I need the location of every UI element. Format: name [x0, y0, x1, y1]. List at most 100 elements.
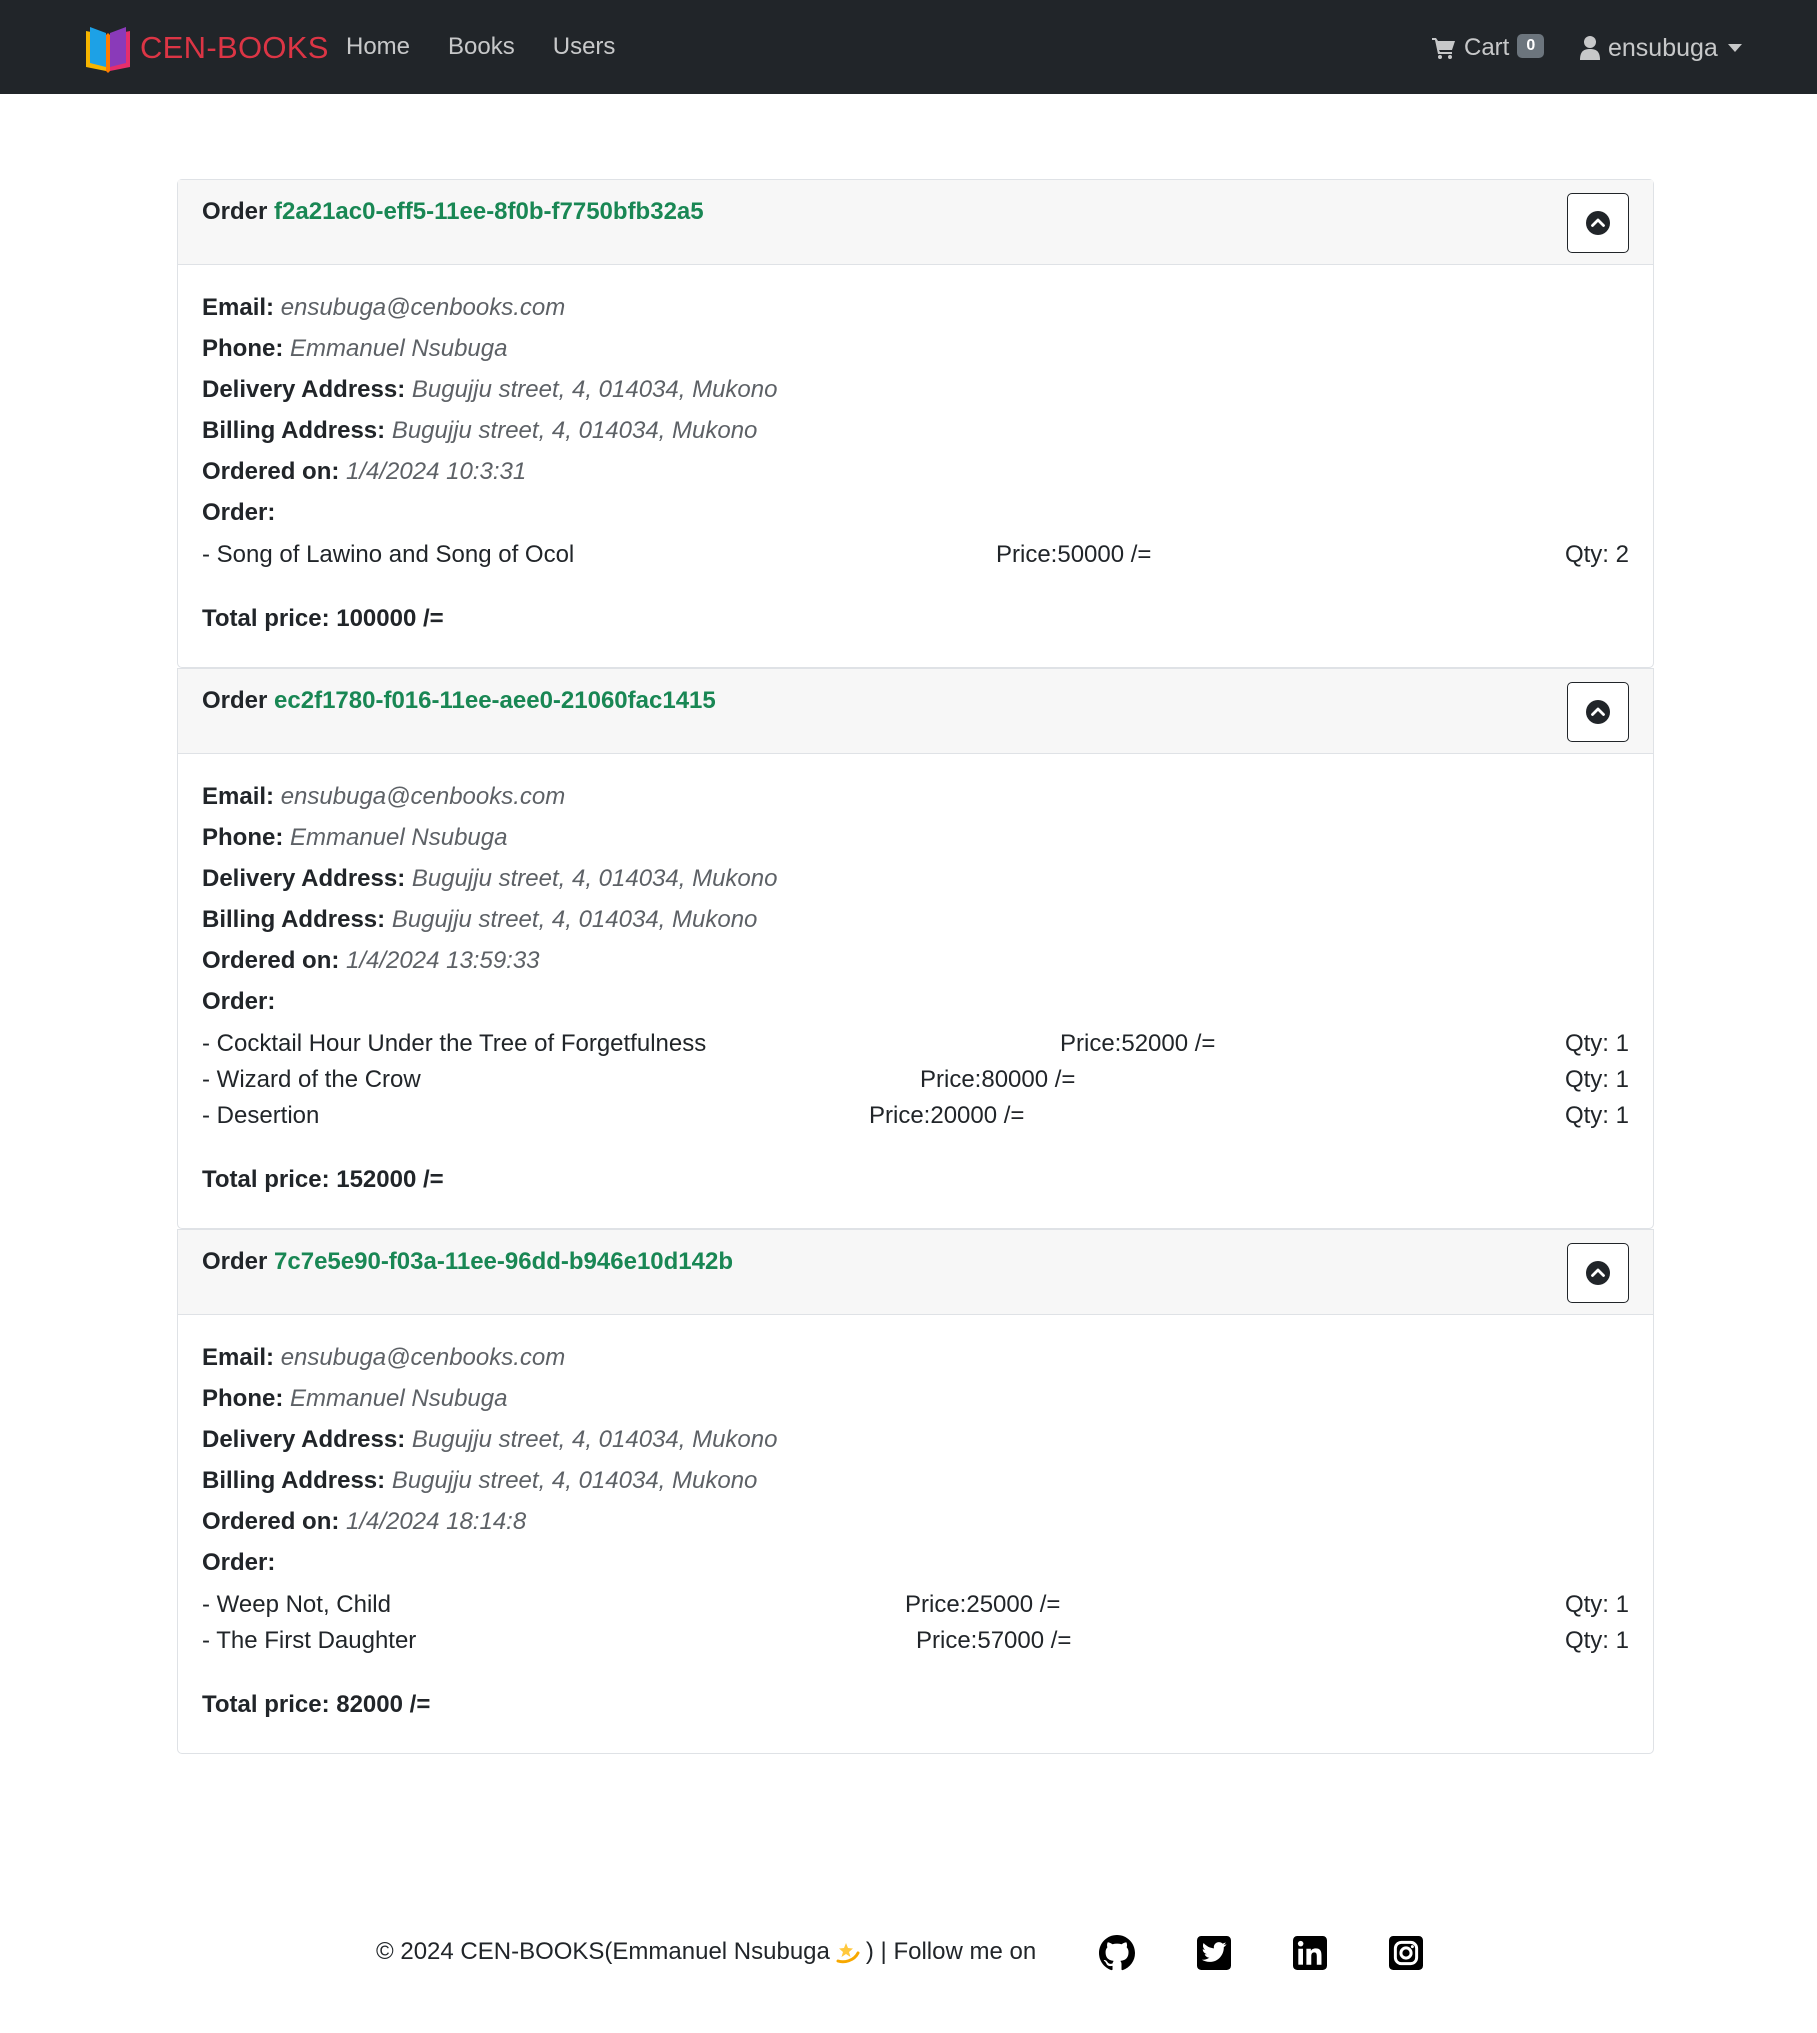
order-card: Order ec2f1780-f016-11ee-aee0-21060fac14… — [177, 668, 1654, 1229]
order-card-header: Order 7c7e5e90-f03a-11ee-96dd-b946e10d14… — [178, 1230, 1653, 1315]
order-card: Order 7c7e5e90-f03a-11ee-96dd-b946e10d14… — [177, 1229, 1654, 1754]
item-price: Price:52000 /= — [1060, 1030, 1216, 1057]
order-id: f2a21ac0-eff5-11ee-8f0b-f7750bfb32a5 — [274, 198, 704, 225]
email-row: Email: ensubuga@cenbooks.com — [202, 1337, 1629, 1378]
item-price: Price:57000 /= — [916, 1627, 1072, 1654]
ordered-on-label: Ordered on: — [202, 458, 340, 485]
order-items-list: - Song of Lawino and Song of Ocol Price:… — [202, 537, 1629, 573]
ordered-on-value: 1/4/2024 13:59:33 — [346, 947, 540, 974]
instagram-icon — [1389, 1936, 1423, 1970]
billing-address-row: Billing Address: Bugujju street, 4, 0140… — [202, 1460, 1629, 1501]
order-item: - Desertion Price:20000 /= Qty: 1 — [202, 1098, 1629, 1134]
phone-row: Phone: Emmanuel Nsubuga — [202, 817, 1629, 858]
navbar: CEN-BOOKS Home Books Users Cart 0 ensubu… — [0, 0, 1817, 94]
phone-row: Phone: Emmanuel Nsubuga — [202, 328, 1629, 369]
delivery-address-row: Delivery Address: Bugujju street, 4, 014… — [202, 369, 1629, 410]
order-item: - The First Daughter Price:57000 /= Qty:… — [202, 1623, 1629, 1659]
order-items-heading: Order: — [202, 492, 1629, 533]
order-id: 7c7e5e90-f03a-11ee-96dd-b946e10d142b — [274, 1248, 734, 1275]
instagram-link[interactable] — [1387, 1934, 1425, 1972]
footer-text-before: © 2024 CEN-BOOKS(Emmanuel Nsubuga — [376, 1938, 830, 1965]
email-label: Email: — [202, 783, 275, 810]
chevron-down-icon — [1727, 44, 1742, 52]
collapse-toggle-button[interactable] — [1567, 1243, 1629, 1303]
twitter-link[interactable] — [1195, 1934, 1233, 1972]
order-title: Order 7c7e5e90-f03a-11ee-96dd-b946e10d14… — [202, 1248, 733, 1276]
order-label: Order — [202, 1248, 268, 1275]
item-title: - Weep Not, Child — [202, 1591, 391, 1618]
order-items-list: - Weep Not, Child Price:25000 /= Qty: 1 … — [202, 1587, 1629, 1659]
orders-list: Order f2a21ac0-eff5-11ee-8f0b-f7750bfb32… — [177, 179, 1654, 1754]
billing-address-value: Bugujju street, 4, 014034, Mukono — [391, 1467, 758, 1494]
order-total: Total price: 152000 /= — [202, 1166, 444, 1193]
phone-value: Emmanuel Nsubuga — [290, 1385, 508, 1412]
phone-label: Phone: — [202, 335, 284, 362]
cart-count-badge: 0 — [1517, 34, 1545, 58]
user-icon — [1580, 36, 1600, 60]
item-title: - The First Daughter — [202, 1627, 417, 1654]
phone-label: Phone: — [202, 824, 284, 851]
delivery-address-row: Delivery Address: Bugujju street, 4, 014… — [202, 858, 1629, 899]
delivery-address-row: Delivery Address: Bugujju street, 4, 014… — [202, 1419, 1629, 1460]
chevron-up-circle-icon — [1586, 211, 1610, 235]
order-item: - Wizard of the Crow Price:80000 /= Qty:… — [202, 1062, 1629, 1098]
username: ensubuga — [1608, 33, 1718, 62]
item-qty: Qty: 1 — [1564, 1030, 1629, 1057]
delivery-address-value: Bugujju street, 4, 014034, Mukono — [411, 1426, 778, 1453]
user-menu-dropdown[interactable]: ensubuga — [1580, 28, 1742, 68]
billing-address-label: Billing Address: — [202, 417, 386, 444]
ordered-on-value: 1/4/2024 10:3:31 — [346, 458, 527, 485]
item-qty: Qty: 1 — [1564, 1591, 1629, 1618]
order-card-body: Email: ensubuga@cenbooks.com Phone: Emma… — [178, 265, 1653, 667]
email-label: Email: — [202, 1344, 275, 1371]
nav-books-link[interactable]: Books — [448, 33, 515, 61]
item-price: Price:80000 /= — [920, 1066, 1076, 1093]
order-items-label: Order: — [202, 988, 276, 1015]
item-qty: Qty: 1 — [1564, 1627, 1629, 1654]
item-qty: Qty: 1 — [1564, 1102, 1629, 1129]
item-title: - Cocktail Hour Under the Tree of Forget… — [202, 1030, 707, 1057]
ordered-on-label: Ordered on: — [202, 1508, 340, 1535]
delivery-address-label: Delivery Address: — [202, 1426, 406, 1453]
collapse-toggle-button[interactable] — [1567, 682, 1629, 742]
nav-users-link[interactable]: Users — [553, 33, 616, 61]
email-row: Email: ensubuga@cenbooks.com — [202, 776, 1629, 817]
cart-label: Cart — [1464, 34, 1510, 61]
delivery-address-value: Bugujju street, 4, 014034, Mukono — [411, 865, 778, 892]
chevron-up-circle-icon — [1586, 700, 1610, 724]
linkedin-icon — [1293, 1936, 1327, 1970]
footer-text-after: ) | Follow me on — [865, 1938, 1037, 1965]
item-qty: Qty: 2 — [1564, 541, 1629, 568]
delivery-address-label: Delivery Address: — [202, 865, 406, 892]
order-item: - Song of Lawino and Song of Ocol Price:… — [202, 537, 1629, 573]
order-items-heading: Order: — [202, 981, 1629, 1022]
github-link[interactable] — [1098, 1934, 1136, 1972]
chevron-up-circle-icon — [1586, 1261, 1610, 1285]
cart-button[interactable]: Cart 0 — [1432, 28, 1545, 68]
collapse-toggle-button[interactable] — [1567, 193, 1629, 253]
phone-value: Emmanuel Nsubuga — [290, 335, 508, 362]
brand-logo-link[interactable]: CEN-BOOKS — [82, 20, 329, 76]
order-title: Order ec2f1780-f016-11ee-aee0-21060fac14… — [202, 687, 716, 715]
billing-address-row: Billing Address: Bugujju street, 4, 0140… — [202, 410, 1629, 451]
cart-icon — [1432, 38, 1455, 59]
order-label: Order — [202, 687, 268, 714]
twitter-icon — [1197, 1936, 1231, 1970]
order-items-list: - Cocktail Hour Under the Tree of Forget… — [202, 1026, 1629, 1134]
item-price: Price:20000 /= — [869, 1102, 1025, 1129]
phone-value: Emmanuel Nsubuga — [290, 824, 508, 851]
item-title: - Wizard of the Crow — [202, 1066, 421, 1093]
ordered-on-row: Ordered on: 1/4/2024 13:59:33 — [202, 940, 1629, 981]
book-logo-icon — [86, 27, 130, 73]
order-label: Order — [202, 198, 268, 225]
item-price: Price:25000 /= — [905, 1591, 1061, 1618]
nav-home-link[interactable]: Home — [346, 33, 410, 61]
ordered-on-value: 1/4/2024 18:14:8 — [346, 1508, 527, 1535]
footer-copyright: © 2024 CEN-BOOKS(Emmanuel Nsubuga ) | Fo… — [376, 1938, 1036, 1966]
linkedin-link[interactable] — [1291, 1934, 1329, 1972]
order-total: Total price: 100000 /= — [202, 605, 444, 632]
footer: © 2024 CEN-BOOKS(Emmanuel Nsubuga ) | Fo… — [0, 1930, 1817, 1980]
billing-address-row: Billing Address: Bugujju street, 4, 0140… — [202, 899, 1629, 940]
billing-address-value: Bugujju street, 4, 014034, Mukono — [391, 417, 758, 444]
dizzy-star-icon — [836, 1943, 860, 1964]
